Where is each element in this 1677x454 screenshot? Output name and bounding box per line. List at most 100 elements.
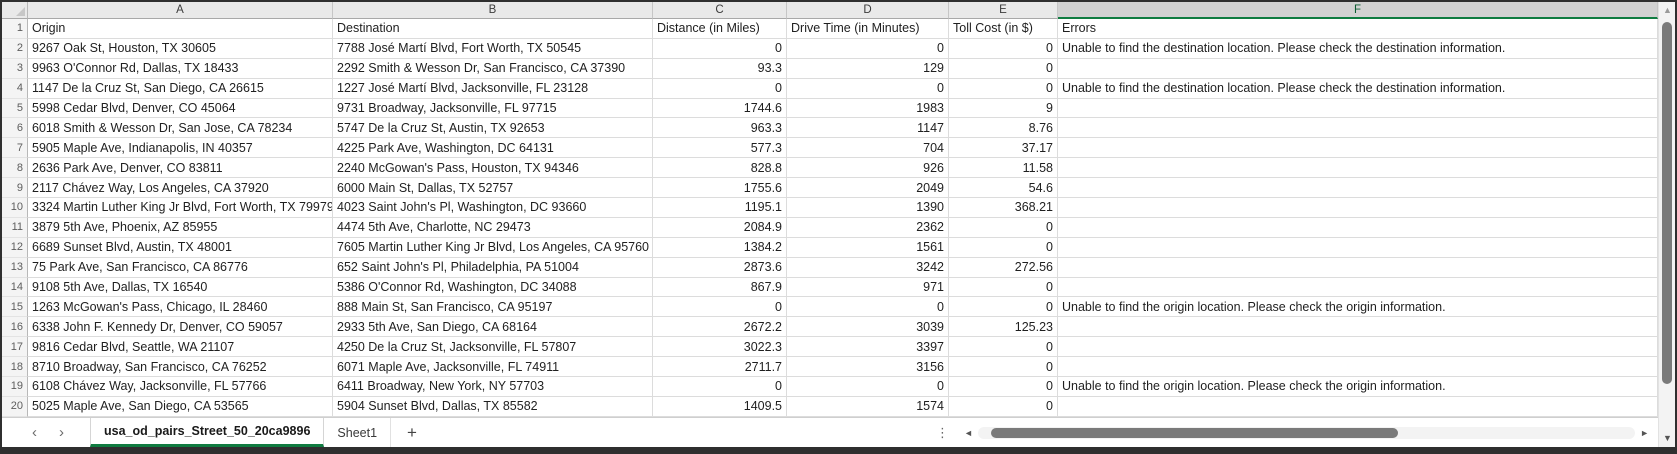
cell-A17[interactable]: 9816 Cedar Blvd, Seattle, WA 21107 xyxy=(28,337,333,357)
cell-B4[interactable]: 1227 José Martí Blvd, Jacksonville, FL 2… xyxy=(333,79,653,99)
prev-sheet-icon[interactable]: ‹ xyxy=(32,425,37,440)
scroll-down-icon[interactable]: ▼ xyxy=(1659,433,1675,443)
cell-C3[interactable]: 93.3 xyxy=(653,59,787,79)
cell-D9[interactable]: 2049 xyxy=(787,178,949,198)
cell-B17[interactable]: 4250 De la Cruz St, Jacksonville, FL 578… xyxy=(333,337,653,357)
cell-B20[interactable]: 5904 Sunset Blvd, Dallas, TX 85582 xyxy=(333,397,653,417)
cell-E7[interactable]: 37.17 xyxy=(949,138,1058,158)
cell-B14[interactable]: 5386 O'Connor Rd, Washington, DC 34088 xyxy=(333,278,653,298)
cell-F18[interactable] xyxy=(1058,357,1658,377)
column-header-D[interactable]: D xyxy=(787,2,949,19)
cell-B3[interactable]: 2292 Smith & Wesson Dr, San Francisco, C… xyxy=(333,59,653,79)
row-header-17[interactable]: 17 xyxy=(2,337,28,357)
cell-D13[interactable]: 3242 xyxy=(787,258,949,278)
cell-C11[interactable]: 2084.9 xyxy=(653,218,787,238)
row-header-2[interactable]: 2 xyxy=(2,39,28,59)
cell-E5[interactable]: 9 xyxy=(949,99,1058,119)
column-header-F[interactable]: F xyxy=(1058,2,1658,19)
sheet-tab-Sheet1[interactable]: Sheet1 xyxy=(324,418,391,447)
cell-C1[interactable]: Distance (in Miles) xyxy=(653,19,787,39)
row-header-20[interactable]: 20 xyxy=(2,397,28,417)
row-header-14[interactable]: 14 xyxy=(2,278,28,298)
cell-C10[interactable]: 1195.1 xyxy=(653,198,787,218)
more-sheets-icon[interactable]: ⋮ xyxy=(936,418,949,447)
cell-F2[interactable]: Unable to find the destination location.… xyxy=(1058,39,1658,59)
cell-B13[interactable]: 652 Saint John's Pl, Philadelphia, PA 51… xyxy=(333,258,653,278)
cell-B9[interactable]: 6000 Main St, Dallas, TX 52757 xyxy=(333,178,653,198)
cell-B2[interactable]: 7788 José Martí Blvd, Fort Worth, TX 505… xyxy=(333,39,653,59)
cell-A9[interactable]: 2117 Chávez Way, Los Angeles, CA 37920 xyxy=(28,178,333,198)
horizontal-scroll-thumb[interactable] xyxy=(991,428,1398,438)
column-header-C[interactable]: C xyxy=(653,2,787,19)
cell-E10[interactable]: 368.21 xyxy=(949,198,1058,218)
cell-E9[interactable]: 54.6 xyxy=(949,178,1058,198)
horizontal-scrollbar[interactable]: ◄ ► xyxy=(959,418,1654,447)
cell-E13[interactable]: 272.56 xyxy=(949,258,1058,278)
cell-E12[interactable]: 0 xyxy=(949,238,1058,258)
cell-B16[interactable]: 2933 5th Ave, San Diego, CA 68164 xyxy=(333,317,653,337)
cell-A7[interactable]: 5905 Maple Ave, Indianapolis, IN 40357 xyxy=(28,138,333,158)
cell-F5[interactable] xyxy=(1058,99,1658,119)
cell-C16[interactable]: 2672.2 xyxy=(653,317,787,337)
cell-E18[interactable]: 0 xyxy=(949,357,1058,377)
cell-B11[interactable]: 4474 5th Ave, Charlotte, NC 29473 xyxy=(333,218,653,238)
select-all-corner[interactable] xyxy=(2,2,28,19)
cell-A5[interactable]: 5998 Cedar Blvd, Denver, CO 45064 xyxy=(28,99,333,119)
row-header-19[interactable]: 19 xyxy=(2,377,28,397)
cell-E4[interactable]: 0 xyxy=(949,79,1058,99)
cell-F7[interactable] xyxy=(1058,138,1658,158)
cell-E3[interactable]: 0 xyxy=(949,59,1058,79)
cell-F9[interactable] xyxy=(1058,178,1658,198)
row-header-11[interactable]: 11 xyxy=(2,218,28,238)
cell-A15[interactable]: 1263 McGowan's Pass, Chicago, IL 28460 xyxy=(28,297,333,317)
row-header-10[interactable]: 10 xyxy=(2,198,28,218)
cell-A11[interactable]: 3879 5th Ave, Phoenix, AZ 85955 xyxy=(28,218,333,238)
row-header-3[interactable]: 3 xyxy=(2,59,28,79)
row-header-9[interactable]: 9 xyxy=(2,178,28,198)
cell-A3[interactable]: 9963 O'Connor Rd, Dallas, TX 18433 xyxy=(28,59,333,79)
cell-B19[interactable]: 6411 Broadway, New York, NY 57703 xyxy=(333,377,653,397)
cell-A16[interactable]: 6338 John F. Kennedy Dr, Denver, CO 5905… xyxy=(28,317,333,337)
add-sheet-button[interactable]: + xyxy=(391,418,433,447)
vertical-scrollbar[interactable]: ▲ ▼ xyxy=(1658,2,1675,447)
cell-C20[interactable]: 1409.5 xyxy=(653,397,787,417)
cell-A4[interactable]: 1147 De la Cruz St, San Diego, CA 26615 xyxy=(28,79,333,99)
scroll-up-icon[interactable]: ▲ xyxy=(1659,5,1675,15)
scroll-right-icon[interactable]: ► xyxy=(1635,428,1654,438)
cell-F10[interactable] xyxy=(1058,198,1658,218)
cell-A18[interactable]: 8710 Broadway, San Francisco, CA 76252 xyxy=(28,357,333,377)
cell-B18[interactable]: 6071 Maple Ave, Jacksonville, FL 74911 xyxy=(333,357,653,377)
next-sheet-icon[interactable]: › xyxy=(59,425,64,440)
horizontal-scroll-track[interactable] xyxy=(978,427,1635,439)
row-header-8[interactable]: 8 xyxy=(2,158,28,178)
cell-E17[interactable]: 0 xyxy=(949,337,1058,357)
cell-F1[interactable]: Errors xyxy=(1058,19,1658,39)
cell-B8[interactable]: 2240 McGowan's Pass, Houston, TX 94346 xyxy=(333,158,653,178)
cell-D15[interactable]: 0 xyxy=(787,297,949,317)
cell-C12[interactable]: 1384.2 xyxy=(653,238,787,258)
cell-E15[interactable]: 0 xyxy=(949,297,1058,317)
cell-B12[interactable]: 7605 Martin Luther King Jr Blvd, Los Ang… xyxy=(333,238,653,258)
cell-D4[interactable]: 0 xyxy=(787,79,949,99)
row-header-18[interactable]: 18 xyxy=(2,357,28,377)
cell-D3[interactable]: 129 xyxy=(787,59,949,79)
cell-B5[interactable]: 9731 Broadway, Jacksonville, FL 97715 xyxy=(333,99,653,119)
cell-D20[interactable]: 1574 xyxy=(787,397,949,417)
cell-F19[interactable]: Unable to find the origin location. Plea… xyxy=(1058,377,1658,397)
cell-B1[interactable]: Destination xyxy=(333,19,653,39)
row-header-5[interactable]: 5 xyxy=(2,99,28,119)
cell-A13[interactable]: 75 Park Ave, San Francisco, CA 86776 xyxy=(28,258,333,278)
cell-F13[interactable] xyxy=(1058,258,1658,278)
cell-D6[interactable]: 1147 xyxy=(787,118,949,138)
cell-F8[interactable] xyxy=(1058,158,1658,178)
cell-A2[interactable]: 9267 Oak St, Houston, TX 30605 xyxy=(28,39,333,59)
cell-F6[interactable] xyxy=(1058,118,1658,138)
scroll-left-icon[interactable]: ◄ xyxy=(959,428,978,438)
cell-D12[interactable]: 1561 xyxy=(787,238,949,258)
cell-A20[interactable]: 5025 Maple Ave, San Diego, CA 53565 xyxy=(28,397,333,417)
cell-B7[interactable]: 4225 Park Ave, Washington, DC 64131 xyxy=(333,138,653,158)
cell-D10[interactable]: 1390 xyxy=(787,198,949,218)
cell-F15[interactable]: Unable to find the origin location. Plea… xyxy=(1058,297,1658,317)
cell-E14[interactable]: 0 xyxy=(949,278,1058,298)
cell-D14[interactable]: 971 xyxy=(787,278,949,298)
